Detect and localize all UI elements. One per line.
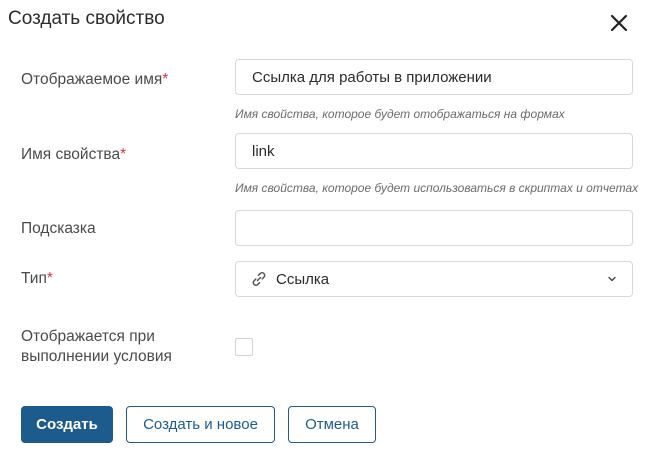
required-mark: * [120,146,127,163]
property-name-label: Имя свойства* [21,145,126,165]
required-mark: * [162,71,169,88]
property-name-label-text: Имя свойства [21,146,121,163]
type-select-value: Ссылка [276,270,330,288]
type-label-text: Тип [21,270,47,287]
display-name-label-text: Отображаемое имя [21,71,163,88]
create-button[interactable]: Создать [21,406,113,443]
dialog-title: Создать свойство [8,8,165,29]
conditional-label-line1: Отображается при [21,328,155,345]
tooltip-input[interactable] [235,210,633,246]
display-name-hint: Имя свойства, которое будет отображаться… [235,107,565,121]
close-icon[interactable] [608,12,630,34]
create-and-new-button[interactable]: Создать и новое [126,406,275,443]
tooltip-label: Подсказка [21,219,96,239]
conditional-label: Отображается при выполнении условия [21,327,172,367]
conditional-label-line2: выполнении условия [21,348,172,365]
create-property-dialog: Создать свойство Отображаемое имя* Имя с… [0,0,645,453]
chevron-down-icon [606,273,618,285]
display-name-label: Отображаемое имя* [21,70,168,90]
link-icon [250,270,268,288]
required-mark: * [46,270,53,287]
property-name-hint: Имя свойства, которое будет использовать… [235,181,639,195]
tooltip-label-text: Подсказка [21,220,96,237]
display-name-input[interactable] [235,59,633,95]
conditional-checkbox[interactable] [235,338,253,356]
property-name-input[interactable] [235,133,633,169]
type-label: Тип* [21,269,53,289]
cancel-button[interactable]: Отмена [288,406,376,443]
type-select[interactable]: Ссылка [235,261,633,297]
